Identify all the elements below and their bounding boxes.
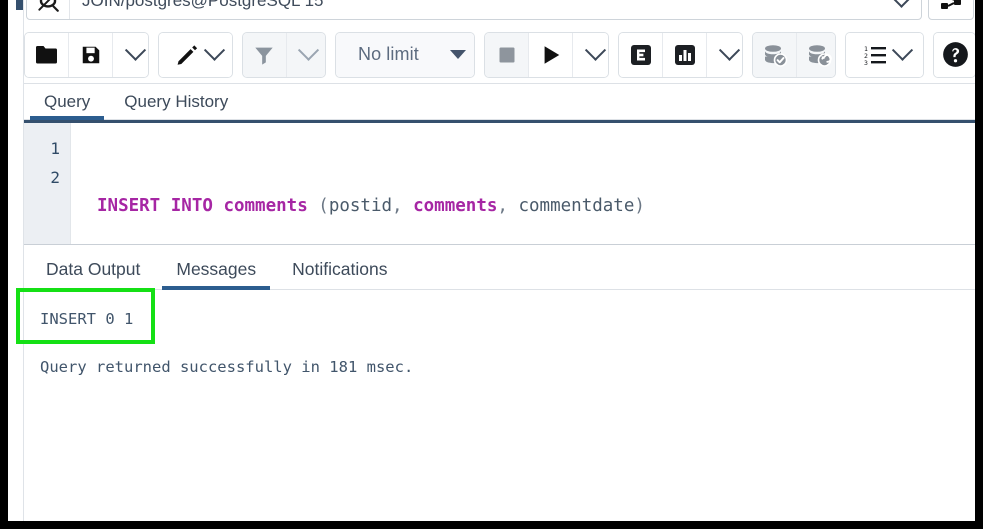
- execute-query-button[interactable]: [529, 33, 573, 77]
- file-group: [24, 32, 149, 78]
- chevron-down-icon[interactable]: [881, 0, 921, 9]
- message-spacer: [40, 332, 976, 354]
- macros-group: 1 2 3: [845, 32, 924, 78]
- tab-messages-label: Messages: [176, 259, 256, 279]
- plug-disconnect-icon: [27, 0, 70, 19]
- save-options-button[interactable]: [113, 33, 149, 77]
- execute-group: [484, 32, 609, 78]
- chevron-down-icon: [298, 40, 319, 61]
- tab-notifications[interactable]: Notifications: [278, 259, 401, 289]
- output-tab-bar: Data Output Messages Notifications: [24, 247, 976, 290]
- sql-token: comments: [413, 196, 497, 216]
- connection-selector[interactable]: JOIN/postgres@PostgreSQL 15: [26, 0, 922, 20]
- explain-button[interactable]: [619, 33, 663, 77]
- open-file-button[interactable]: [25, 33, 69, 77]
- rollback-button[interactable]: [797, 33, 836, 77]
- sql-token: postid: [329, 196, 392, 216]
- query-toolbar: No limit: [24, 26, 976, 84]
- connection-bar: JOIN/postgres@PostgreSQL 15: [24, 0, 976, 24]
- sql-token: (: [308, 196, 329, 216]
- sql-token: INSERT INTO: [97, 196, 223, 216]
- filter-button[interactable]: [243, 33, 287, 77]
- tab-messages[interactable]: Messages: [162, 259, 270, 289]
- line-number: 1: [24, 134, 70, 163]
- connection-label: JOIN/postgres@PostgreSQL 15: [70, 0, 881, 11]
- messages-pane: INSERT 0 1 Query returned successfully i…: [24, 290, 976, 521]
- commit-button[interactable]: [753, 33, 797, 77]
- line-number: 2: [24, 163, 70, 192]
- edit-group: [158, 32, 233, 78]
- sql-token: ,: [497, 196, 518, 216]
- transaction-group: [752, 32, 836, 78]
- stop-query-button[interactable]: [485, 33, 529, 77]
- row-limit-group: No limit: [335, 32, 475, 78]
- filter-group: [242, 32, 326, 78]
- row-limit-select[interactable]: No limit: [336, 33, 475, 77]
- tab-query-history[interactable]: Query History: [110, 92, 242, 119]
- chevron-down-icon: [584, 40, 605, 61]
- triangle-down-icon: [450, 50, 466, 59]
- filter-options-button[interactable]: [287, 33, 326, 77]
- screenshot-frame: JOIN/postgres@PostgreSQL 15: [0, 0, 983, 529]
- tab-query-label: Query: [44, 92, 90, 111]
- explain-group: [618, 32, 743, 78]
- left-rail: [16, 0, 24, 521]
- explain-analyze-button[interactable]: [663, 33, 707, 77]
- chevron-down-icon: [204, 40, 225, 61]
- editor-gutter: 1 2: [24, 120, 71, 244]
- sql-token: ): [634, 196, 645, 216]
- save-file-button[interactable]: [69, 33, 113, 77]
- chevron-down-icon: [124, 40, 145, 61]
- connection-transfer-icon[interactable]: [928, 0, 974, 20]
- chevron-down-icon: [892, 40, 913, 61]
- edit-button[interactable]: [159, 33, 233, 77]
- message-status-line: Query returned successfully in 181 msec.: [40, 354, 976, 380]
- sql-editor[interactable]: 1 2 INSERT INTO comments (postid, commen…: [24, 120, 976, 245]
- tab-notifications-label: Notifications: [292, 259, 387, 279]
- message-result-line: INSERT 0 1: [40, 306, 976, 332]
- help-group: [933, 32, 976, 78]
- sql-code-area[interactable]: INSERT INTO comments (postid, comments, …: [71, 120, 976, 244]
- chevron-down-icon: [719, 40, 740, 61]
- tab-query[interactable]: Query: [30, 92, 104, 119]
- editor-top-accent: [24, 120, 976, 123]
- sql-token: ,: [392, 196, 413, 216]
- execute-options-button[interactable]: [573, 33, 609, 77]
- row-limit-label: No limit: [358, 44, 419, 65]
- macros-button[interactable]: 1 2 3: [846, 33, 924, 77]
- sql-token: commentdate: [518, 196, 634, 216]
- tab-data-output-label: Data Output: [46, 259, 140, 279]
- tab-data-output[interactable]: Data Output: [32, 259, 154, 289]
- sql-line: INSERT INTO comments (postid, comments, …: [97, 192, 976, 221]
- sql-token: comments: [223, 196, 307, 216]
- help-button[interactable]: [934, 33, 976, 77]
- pgadmin-query-tool: JOIN/postgres@PostgreSQL 15: [16, 0, 983, 521]
- svg-text:3: 3: [864, 59, 868, 66]
- query-tab-bar: Query Query History: [24, 84, 976, 120]
- explain-options-button[interactable]: [707, 33, 743, 77]
- tab-query-history-label: Query History: [124, 92, 228, 111]
- left-rail-accent: [16, 0, 23, 10]
